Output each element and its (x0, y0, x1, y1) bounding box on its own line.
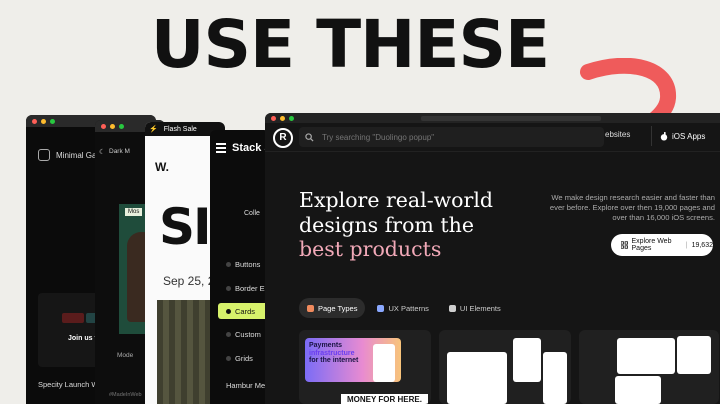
sidebar-item-label: Grids (235, 353, 253, 363)
design-card[interactable]: Payments infrastructure for the internet… (299, 330, 431, 404)
stack-window[interactable]: Stack S Colle Buttons Border E Cards Cus… (210, 130, 270, 404)
hero-image (157, 300, 217, 404)
sidebar-item-cards[interactable]: Cards (218, 303, 270, 319)
sidebar-item-grids[interactable]: Grids (218, 350, 270, 366)
tab-ui-elements[interactable]: UI Elements (441, 298, 509, 318)
window-titlebar (265, 113, 720, 123)
mode-label: Mode (117, 352, 134, 359)
close-dot-icon[interactable] (101, 123, 106, 129)
explore-web-pages-button[interactable]: Explore Web Pages | 19,632 (611, 234, 713, 256)
design-card[interactable] (579, 330, 719, 404)
site-logo[interactable]: W. (155, 160, 169, 174)
grid-icon (621, 241, 628, 249)
preview-line: for the internet (309, 357, 359, 365)
tab-page-types[interactable]: Page Types (299, 298, 366, 318)
maximize-dot-icon[interactable] (289, 115, 294, 121)
hero-text: SI (159, 198, 212, 256)
apple-icon (660, 131, 668, 140)
bullet-icon (226, 355, 231, 361)
close-dot-icon[interactable] (32, 118, 37, 124)
search-icon (305, 132, 314, 142)
banner-text: Flash Sale (163, 125, 197, 133)
sidebar-item-custom[interactable]: Custom (218, 326, 270, 342)
card-caption[interactable]: Specity Launch W (38, 380, 98, 389)
dashboard-preview (447, 352, 507, 404)
sidebar-item-hamburger[interactable]: Hambur Menu (218, 374, 270, 398)
form-preview (615, 376, 661, 404)
category-tabs: Page Types UX Patterns UI Elements (299, 298, 509, 318)
page-preview (677, 336, 711, 374)
preview-line: infrastructure (309, 349, 355, 357)
browser-preview (617, 338, 675, 374)
thumbnail (62, 313, 84, 323)
sidebar-item-label: Border E (235, 283, 265, 293)
divider: | (685, 241, 688, 249)
hero-highlight: best products (299, 237, 442, 262)
card-tagline: MONEY FOR HERE. (341, 394, 428, 404)
maximize-dot-icon[interactable] (119, 123, 124, 129)
tab-label: UX Patterns (388, 303, 429, 313)
minimize-dot-icon[interactable] (280, 115, 285, 121)
site-title: Dark M (109, 148, 130, 155)
hero-line: designs from the (299, 212, 474, 237)
button-label: Explore Web Pages (631, 238, 672, 252)
tab-label: UI Elements (459, 303, 501, 313)
close-dot-icon[interactable] (271, 115, 276, 121)
hero-heading: Explore real-world designs from the best… (299, 188, 493, 262)
search-input[interactable] (320, 131, 564, 143)
maximize-dot-icon[interactable] (50, 118, 55, 124)
bullet-icon (226, 285, 231, 291)
tab-label: Page Types (318, 303, 358, 313)
ux-patterns-icon (377, 304, 385, 312)
bolt-icon: ⚡ (149, 126, 158, 133)
sidebar-item-buttons[interactable]: Buttons (218, 256, 270, 272)
chart-preview (543, 352, 567, 404)
main-app-window[interactable]: R ebsites iOS Apps Explore real-world de… (265, 113, 720, 404)
grid-icon (38, 149, 50, 161)
search-bar[interactable] (299, 127, 604, 147)
ui-elements-icon (448, 304, 456, 312)
collection-heading: Colle (244, 210, 260, 217)
stack-logo-icon (216, 143, 226, 153)
moon-icon: ☾ (99, 149, 106, 156)
bullet-icon (226, 331, 231, 337)
image-tag: Mos (125, 208, 143, 216)
minimize-dot-icon[interactable] (110, 123, 115, 129)
sidebar-item-label: Cards (235, 306, 256, 316)
sidebar-item-border[interactable]: Border E (218, 280, 270, 296)
phone-preview (373, 344, 395, 382)
top-nav: R ebsites iOS Apps (265, 123, 720, 152)
app-logo[interactable]: R (273, 128, 293, 148)
sidebar-item-label: Buttons (235, 259, 261, 269)
sidebar-item-label: Hambur Menu (226, 380, 270, 390)
event-date: Sep 25, 2 (163, 274, 215, 288)
design-card[interactable] (439, 330, 571, 404)
preview-line: Payments (309, 342, 343, 349)
hashtag: #MadeInWeb (109, 392, 142, 398)
page-count: 19,632 (691, 241, 713, 249)
hero-line: Explore real-world (299, 188, 493, 212)
hero-subtitle: We make design research easier and faste… (549, 193, 715, 223)
sidebar-item-label: Custom (235, 329, 261, 339)
card-preview-text: Payments infrastructure for the internet (309, 342, 359, 365)
page-types-icon (307, 304, 314, 312)
bullet-icon (226, 261, 231, 267)
tab-label: iOS Apps (672, 131, 706, 141)
minimize-dot-icon[interactable] (41, 118, 46, 124)
tab-ios-apps[interactable]: iOS Apps (651, 126, 713, 146)
tab-ux-patterns[interactable]: UX Patterns (369, 298, 436, 318)
bullet-icon (226, 308, 231, 314)
tab-websites[interactable]: ebsites (605, 130, 630, 139)
address-bar[interactable] (421, 116, 601, 121)
phone-preview (513, 338, 541, 382)
